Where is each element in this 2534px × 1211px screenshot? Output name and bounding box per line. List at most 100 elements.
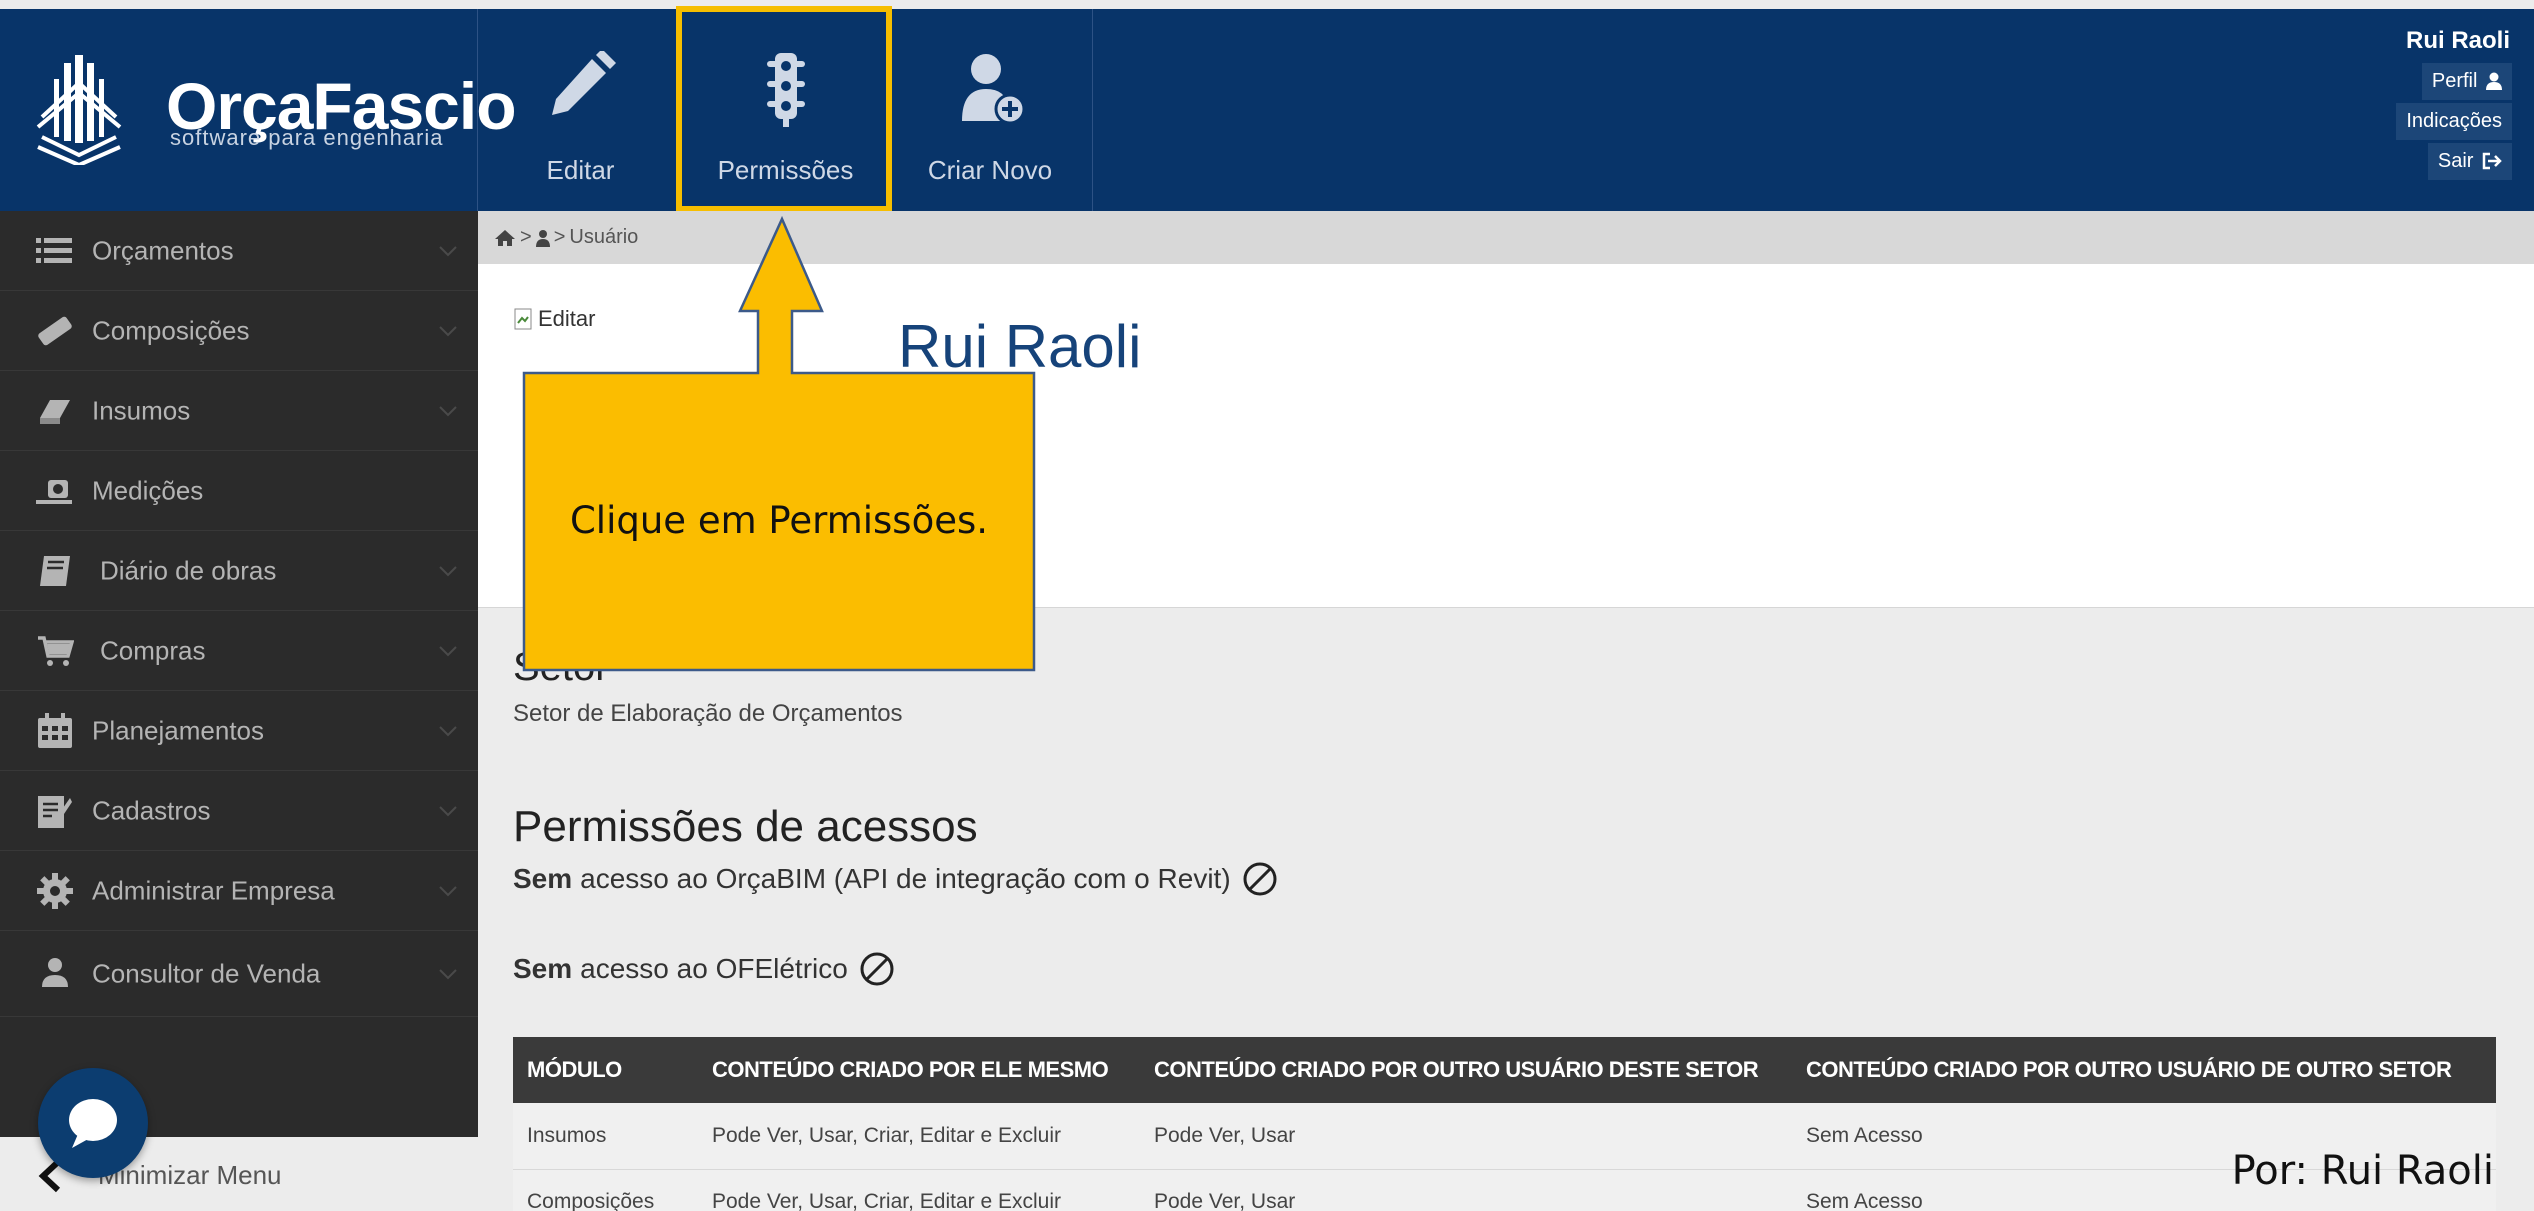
table-cell: Composições	[513, 1169, 698, 1211]
top-header: OrçaFascio software para engenharia Edit…	[0, 9, 2534, 211]
table-cell: Pode Ver, Usar, Criar, Editar e Excluir	[698, 1169, 1140, 1211]
breadcrumb-current: Usuário	[569, 226, 639, 248]
sidebar-item-compras[interactable]: Compras	[0, 611, 478, 691]
logout-link[interactable]: Sair	[2427, 143, 2512, 180]
column-header: CONTEÚDO CRIADO POR OUTRO USUÁRIO DESTE …	[1140, 1037, 1792, 1103]
sidebar-item-cadastros[interactable]: Cadastros	[0, 771, 478, 851]
sidebar-item-label: Consultor de Venda	[92, 958, 321, 988]
measure-icon	[36, 479, 72, 504]
chevron-down-icon	[439, 885, 457, 896]
list-icon	[36, 237, 72, 263]
home-icon[interactable]	[494, 229, 516, 247]
table-cell: Pode Ver, Usar	[1140, 1169, 1792, 1211]
user-name: Rui Raoli	[2405, 27, 2510, 54]
sidebar-item-label: Orçamentos	[92, 235, 234, 265]
chevron-down-icon	[439, 645, 457, 656]
create-new-label: Criar Novo	[927, 155, 1053, 185]
referrals-link[interactable]: Indicações	[2396, 103, 2512, 140]
edit-button[interactable]: Editar	[478, 9, 683, 211]
sidebar-item-orcamentos[interactable]: Orçamentos	[0, 211, 478, 291]
sector-heading: Setor	[513, 645, 609, 689]
page-title: Rui Raoli	[898, 313, 1142, 380]
profile-link[interactable]: Perfil	[2421, 63, 2512, 100]
access-text: acesso ao OrçaBIM (API de integração com…	[580, 863, 1231, 894]
user-plus-icon	[962, 54, 1026, 125]
cart-icon	[38, 635, 74, 666]
chat-button[interactable]	[38, 1068, 148, 1178]
sidebar-item-consultor[interactable]: Consultor de Venda	[0, 931, 478, 1017]
sector-value: Setor de Elaboração de Orçamentos	[513, 700, 903, 727]
profile-link-label: Perfil	[2431, 70, 2478, 92]
sidebar-item-medicoes[interactable]: Medições	[0, 451, 478, 531]
breadcrumb: > > Usuário	[478, 211, 2534, 264]
no-access-icon	[1243, 862, 1277, 896]
chevron-down-icon	[439, 245, 457, 256]
profile-image[interactable]: Editar	[514, 306, 595, 332]
column-header: CONTEÚDO CRIADO POR OUTRO USUÁRIO DE OUT…	[1792, 1037, 2496, 1103]
sidebar-item-administrar-empresa[interactable]: Administrar Empresa	[0, 851, 478, 931]
sidebar: Orçamentos Composições Insumos Medições …	[0, 211, 478, 1211]
sidebar-item-insumos[interactable]: Insumos	[0, 371, 478, 451]
sidebar-item-planejamentos[interactable]: Planejamentos	[0, 691, 478, 771]
table-cell: Pode Ver, Usar	[1140, 1103, 1792, 1170]
brand-tagline: software para engenharia	[170, 125, 444, 150]
referrals-link-label: Indicações	[2406, 110, 2502, 132]
logout-link-label: Sair	[2437, 150, 2474, 172]
logout-icon	[2482, 152, 2502, 170]
profile-image-alt: Editar	[538, 306, 596, 331]
sidebar-item-label: Compras	[100, 635, 206, 665]
chevron-down-icon	[439, 725, 457, 736]
column-header: MÓDULO	[513, 1037, 698, 1103]
book-icon	[40, 555, 70, 586]
table-cell: Pode Ver, Usar, Criar, Editar e Excluir	[698, 1103, 1140, 1170]
sidebar-item-label: Composições	[92, 315, 250, 345]
no-access-icon	[860, 952, 894, 986]
block-icon	[40, 399, 70, 424]
breadcrumb-separator: >	[520, 226, 532, 248]
calendar-icon	[38, 712, 72, 748]
table-cell: Insumos	[513, 1103, 698, 1170]
chevron-down-icon	[439, 968, 457, 979]
clipboard-icon	[38, 795, 72, 828]
chat-icon	[69, 1099, 117, 1148]
access-status: Sem	[513, 863, 573, 894]
profile-panel: Editar Rui Raoli	[478, 264, 2534, 608]
access-ofeletrico: Sem acesso ao OFElétrico	[513, 950, 896, 988]
chevron-down-icon	[439, 325, 457, 336]
table-header-row: MÓDULO CONTEÚDO CRIADO POR ELE MESMO CON…	[513, 1037, 2496, 1103]
chevron-down-icon	[439, 565, 457, 576]
create-new-button[interactable]: Criar Novo	[888, 9, 1093, 211]
sidebar-item-label: Diário de obras	[100, 555, 277, 585]
chevron-down-icon	[439, 805, 457, 816]
table-row: Composições Pode Ver, Usar, Criar, Edita…	[513, 1169, 2496, 1211]
access-text: acesso ao OFElétrico	[580, 953, 848, 984]
sidebar-item-composicoes[interactable]: Composições	[0, 291, 478, 371]
access-orcabim: Sem acesso ao OrçaBIM (API de integração…	[513, 860, 1279, 898]
breadcrumb-separator: >	[553, 226, 566, 248]
broken-image-icon	[514, 308, 532, 330]
user-icon	[42, 957, 68, 987]
user-menu: Rui Raoli Perfil Indicações Sair	[2362, 27, 2512, 183]
column-header: CONTEÚDO CRIADO POR ELE MESMO	[698, 1037, 1140, 1103]
user-icon	[2486, 72, 2502, 90]
eraser-icon	[38, 316, 72, 345]
sidebar-item-label: Administrar Empresa	[92, 875, 335, 905]
access-status: Sem	[513, 953, 573, 984]
sidebar-item-label: Planejamentos	[92, 715, 264, 745]
permissions-table: MÓDULO CONTEÚDO CRIADO POR ELE MESMO CON…	[513, 1037, 2496, 1211]
gear-icon	[37, 872, 73, 909]
chevron-down-icon	[439, 405, 457, 416]
user-icon[interactable]	[535, 229, 550, 247]
author-watermark: Por: Rui Raoli	[2231, 1148, 2494, 1194]
edit-label: Editar	[546, 155, 615, 185]
table-row: Insumos Pode Ver, Usar, Criar, Editar e …	[513, 1103, 2496, 1170]
sidebar-item-label: Insumos	[92, 395, 191, 425]
logo[interactable]: OrçaFascio software para engenharia	[0, 9, 517, 211]
permissions-highlight-frame	[676, 6, 892, 212]
sidebar-item-diario[interactable]: Diário de obras	[0, 531, 478, 611]
sidebar-item-label: Medições	[92, 475, 204, 505]
sidebar-item-label: Cadastros	[92, 795, 211, 825]
permissions-heading: Permissões de acessos	[513, 802, 978, 851]
pencil-icon	[552, 51, 616, 115]
logo-mark-icon	[36, 55, 122, 165]
